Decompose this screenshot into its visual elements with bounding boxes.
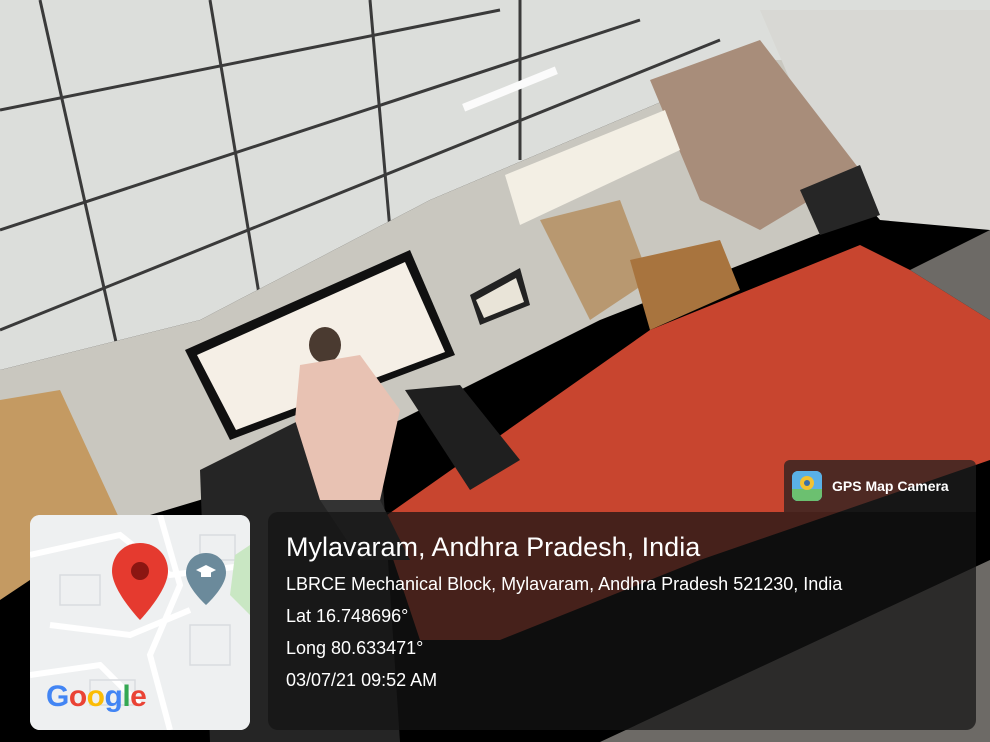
latitude: Lat 16.748696° xyxy=(286,606,409,626)
timestamp: 03/07/21 09:52 AM xyxy=(286,670,438,690)
map-pin-camera-icon xyxy=(792,471,822,501)
google-logo: Google xyxy=(46,680,147,713)
map-thumbnail: Google xyxy=(30,515,250,730)
longitude: Long 80.633471° xyxy=(286,638,424,658)
person-head xyxy=(309,327,341,363)
app-name: GPS Map Camera xyxy=(832,478,949,494)
location-info-panel: Mylavaram, Andhra Pradesh, India LBRCE M… xyxy=(268,512,976,730)
location-title: Mylavaram, Andhra Pradesh, India xyxy=(286,532,701,562)
location-address: LBRCE Mechanical Block, Mylavaram, Andhr… xyxy=(286,574,843,594)
gps-map-camera-badge: GPS Map Camera xyxy=(784,460,976,512)
